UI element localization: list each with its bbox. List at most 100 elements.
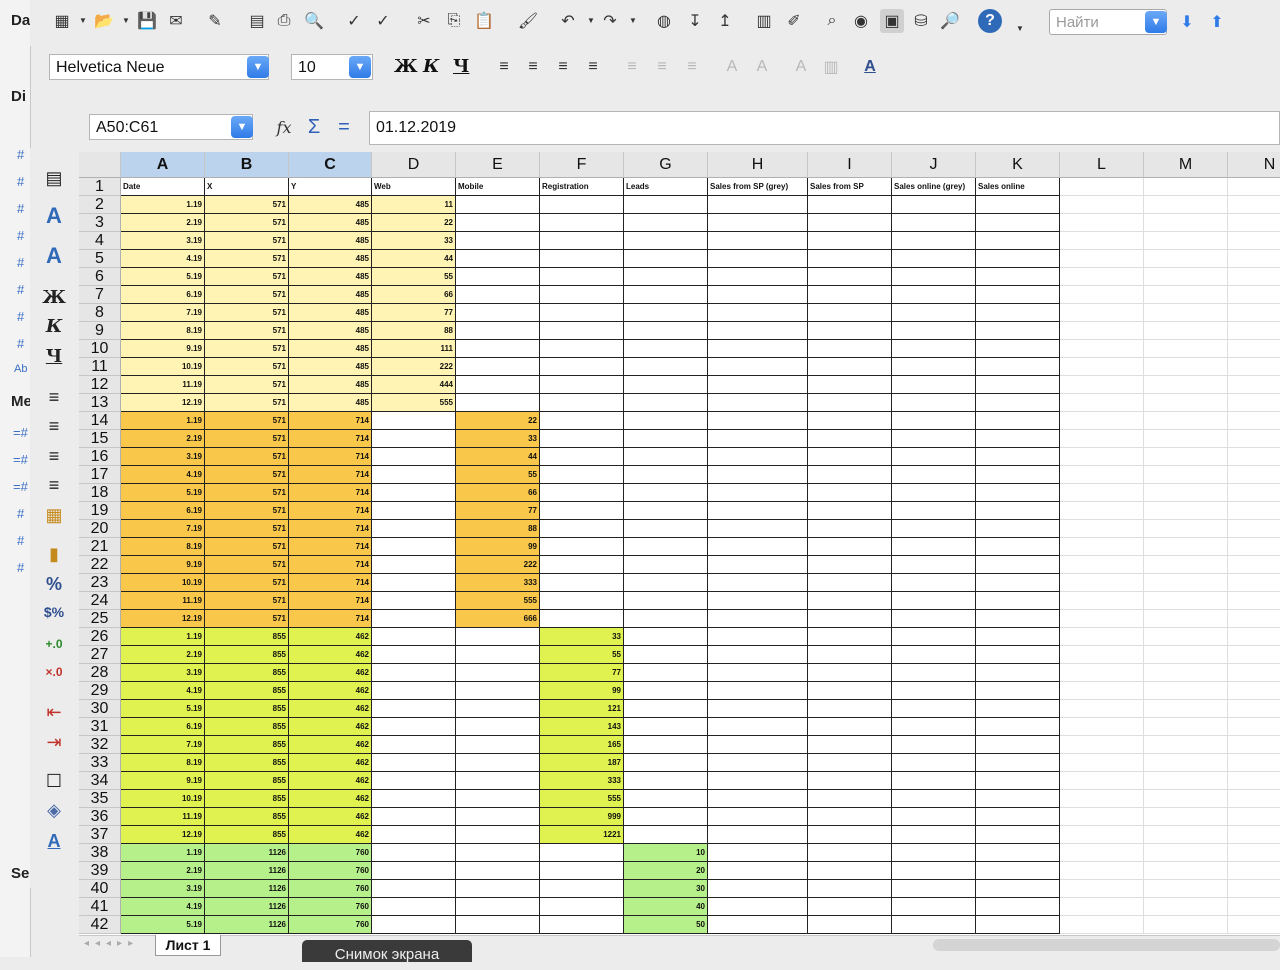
cell[interactable] (708, 538, 808, 556)
cell[interactable] (624, 646, 708, 664)
cell[interactable] (456, 628, 540, 646)
cell[interactable] (456, 754, 540, 772)
date-cell[interactable]: 11.19 (121, 592, 205, 610)
cell[interactable] (1228, 700, 1280, 718)
cell[interactable] (372, 754, 456, 772)
date-cell[interactable]: 3.19 (121, 232, 205, 250)
date-cell[interactable]: 3.19 (121, 664, 205, 682)
value-cell[interactable]: 33 (372, 232, 456, 250)
cell[interactable] (808, 538, 892, 556)
function-wizard-icon[interactable]: 𝑓x (272, 115, 296, 139)
cell[interactable] (1228, 754, 1280, 772)
cell[interactable] (1144, 322, 1228, 340)
header-cell[interactable]: Sales online (grey) (892, 178, 976, 196)
cell[interactable] (976, 682, 1060, 700)
row-header[interactable]: 19 (79, 502, 121, 520)
cell[interactable] (976, 790, 1060, 808)
cell[interactable] (892, 214, 976, 232)
name-box[interactable]: A50:C61 (89, 114, 253, 140)
value-cell[interactable]: 44 (372, 250, 456, 268)
align-bottom-icon[interactable]: ≡ (680, 55, 704, 79)
cell[interactable] (624, 772, 708, 790)
row-header[interactable]: 8 (79, 304, 121, 322)
cell[interactable] (540, 232, 624, 250)
value-cell[interactable]: 99 (456, 538, 540, 556)
date-cell[interactable]: 6.19 (121, 718, 205, 736)
cell[interactable] (808, 286, 892, 304)
cell[interactable] (976, 916, 1060, 934)
x-cell[interactable]: 855 (205, 808, 289, 826)
column-header-i[interactable]: I (808, 152, 892, 178)
cell[interactable] (372, 790, 456, 808)
date-cell[interactable]: 8.19 (121, 754, 205, 772)
panel-item[interactable]: # (17, 174, 24, 189)
cell[interactable] (624, 304, 708, 322)
cell[interactable] (976, 772, 1060, 790)
date-cell[interactable]: 1.19 (121, 196, 205, 214)
cell[interactable] (1060, 700, 1144, 718)
row-header[interactable]: 39 (79, 862, 121, 880)
cell[interactable] (808, 592, 892, 610)
cell[interactable] (708, 718, 808, 736)
x-cell[interactable]: 571 (205, 520, 289, 538)
align-right-icon[interactable]: ≡ (38, 444, 70, 468)
cell[interactable] (892, 772, 976, 790)
cell[interactable] (1060, 322, 1144, 340)
cell[interactable] (540, 520, 624, 538)
cell[interactable] (976, 358, 1060, 376)
cell[interactable] (456, 394, 540, 412)
cell[interactable] (976, 448, 1060, 466)
cell[interactable] (808, 610, 892, 628)
cell[interactable] (1144, 898, 1228, 916)
value-cell[interactable]: 33 (456, 430, 540, 448)
x-cell[interactable]: 571 (205, 376, 289, 394)
cell[interactable] (976, 520, 1060, 538)
value-cell[interactable]: 999 (540, 808, 624, 826)
zoom-icon[interactable]: 🔎 (938, 9, 962, 33)
panel-item[interactable]: # (17, 282, 24, 297)
dropdown-arrow-icon[interactable]: ▼ (629, 16, 637, 25)
cell[interactable] (708, 502, 808, 520)
cell[interactable] (624, 232, 708, 250)
row-header[interactable]: 10 (79, 340, 121, 358)
cell[interactable] (1144, 394, 1228, 412)
cell[interactable] (808, 394, 892, 412)
panel-item[interactable]: # (17, 147, 24, 162)
value-cell[interactable]: 222 (456, 556, 540, 574)
cell[interactable] (1144, 484, 1228, 502)
cell[interactable] (1144, 682, 1228, 700)
date-cell[interactable]: 3.19 (121, 880, 205, 898)
side-italic-button[interactable]: К (38, 314, 70, 338)
x-cell[interactable]: 855 (205, 754, 289, 772)
cell[interactable] (808, 880, 892, 898)
cell[interactable] (624, 250, 708, 268)
row-header[interactable]: 3 (79, 214, 121, 232)
value-cell[interactable]: 77 (540, 664, 624, 682)
date-cell[interactable]: 5.19 (121, 700, 205, 718)
cell[interactable] (892, 340, 976, 358)
column-header-n[interactable]: N (1228, 152, 1280, 178)
cell[interactable] (372, 466, 456, 484)
row-header[interactable]: 37 (79, 826, 121, 844)
cell[interactable] (708, 862, 808, 880)
cell[interactable] (540, 448, 624, 466)
cell[interactable] (1144, 664, 1228, 682)
cell[interactable] (1228, 214, 1280, 232)
value-cell[interactable]: 99 (540, 682, 624, 700)
row-header[interactable]: 31 (79, 718, 121, 736)
y-cell[interactable]: 462 (289, 646, 372, 664)
cell[interactable] (708, 826, 808, 844)
cell[interactable] (708, 322, 808, 340)
row-header[interactable]: 16 (79, 448, 121, 466)
cell[interactable] (1144, 430, 1228, 448)
x-cell[interactable]: 1126 (205, 880, 289, 898)
increase-font-icon[interactable]: A (720, 55, 744, 79)
cell[interactable] (1144, 880, 1228, 898)
cell[interactable] (456, 826, 540, 844)
y-cell[interactable]: 485 (289, 250, 372, 268)
value-cell[interactable]: 30 (624, 880, 708, 898)
cell[interactable] (808, 430, 892, 448)
navigator2-icon[interactable]: ◉ (849, 9, 873, 33)
date-cell[interactable]: 10.19 (121, 790, 205, 808)
cell[interactable] (1228, 322, 1280, 340)
